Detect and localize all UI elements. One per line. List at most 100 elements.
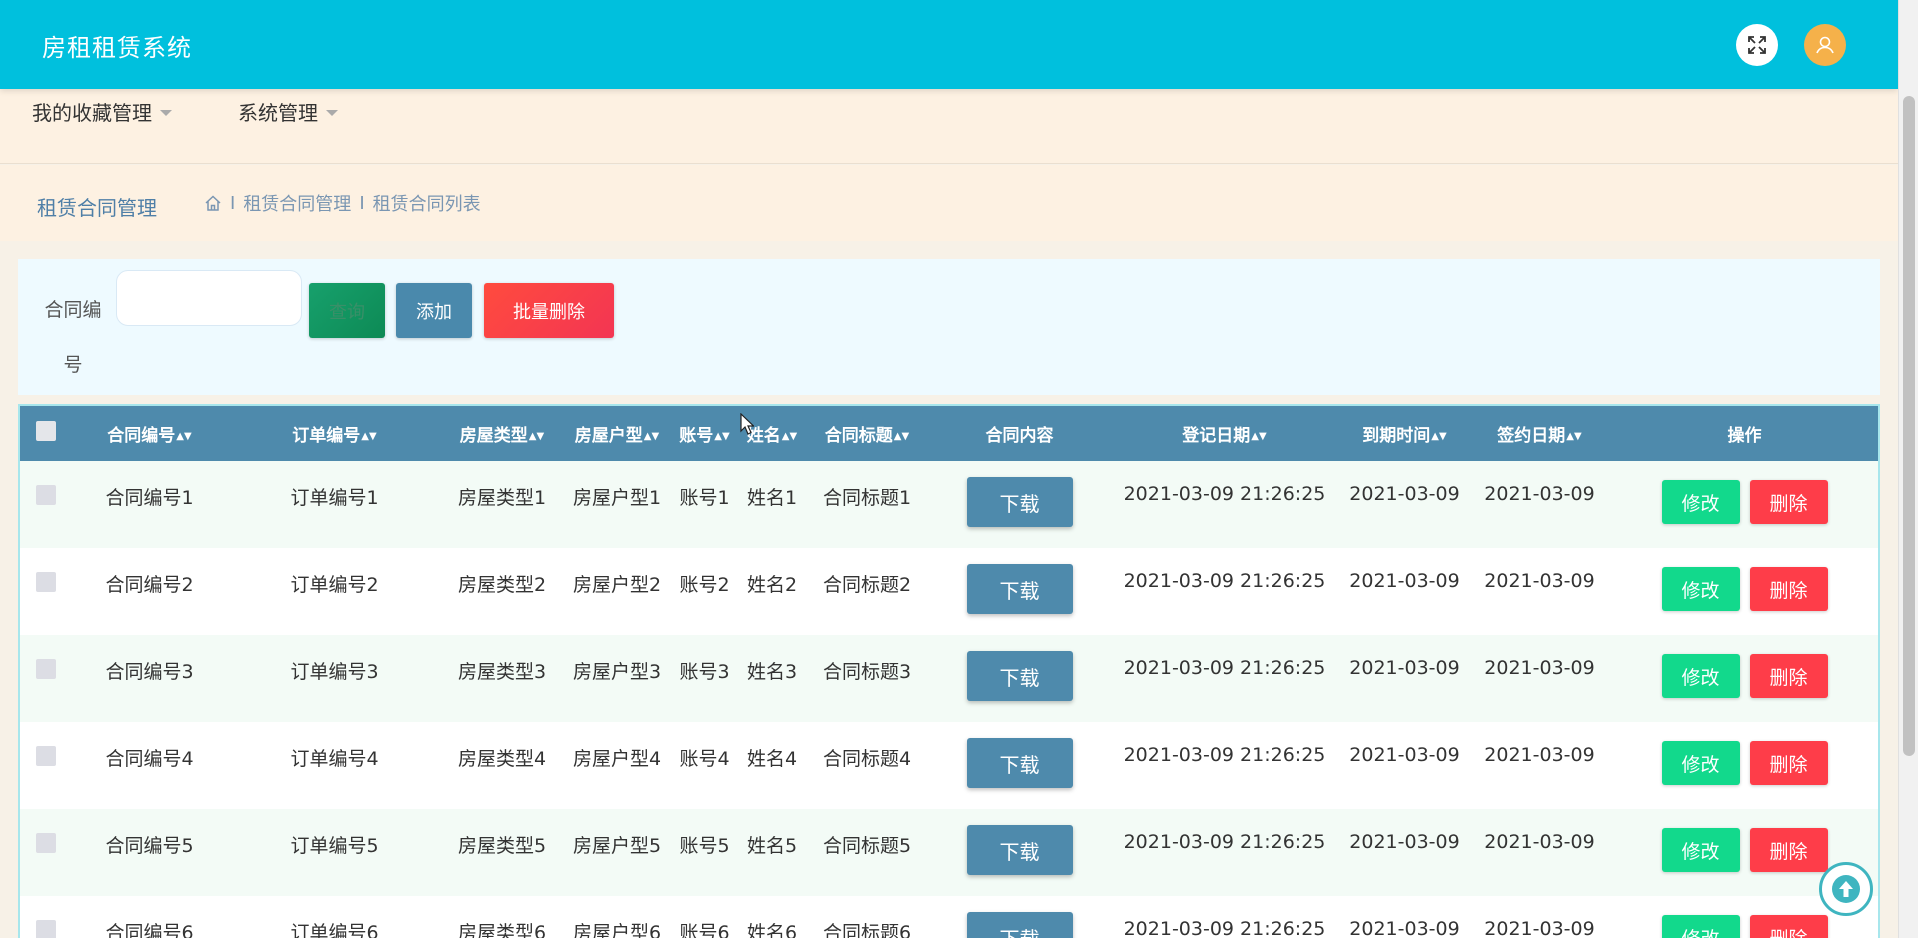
cell-contract-content: 下载 — [927, 635, 1112, 722]
back-to-top-button[interactable] — [1819, 862, 1873, 916]
cell-name: 姓名4 — [746, 748, 798, 770]
contract-no-search-input[interactable] — [116, 270, 302, 326]
download-button[interactable]: 下载 — [966, 477, 1073, 527]
cell-name: 姓名6 — [746, 922, 798, 938]
sort-icon: ▲▼ — [893, 430, 910, 442]
cell-account: 账号5 — [679, 835, 730, 857]
arrow-up-icon — [1832, 875, 1860, 903]
table-row: 合同编号6 订单编号6 房屋类型6 房屋户型6 账号6 姓名6 合同标题6 下载 2021-03… — [20, 896, 1878, 938]
row-checkbox[interactable] — [36, 659, 56, 679]
column-header: 合同内容 — [985, 426, 1054, 446]
chevron-down-icon — [326, 109, 338, 116]
cell-contract-title: 合同标题2 — [822, 574, 912, 596]
sort-icon: ▲▼ — [176, 430, 192, 442]
scrollbar-thumb[interactable] — [1903, 96, 1915, 756]
cell-account: 账号4 — [679, 748, 730, 770]
delete-button[interactable]: 删除 — [1749, 828, 1828, 872]
cell-contract-no: 合同编号1 — [105, 487, 194, 509]
page-scrollbar[interactable] — [1898, 0, 1918, 938]
row-checkbox[interactable] — [36, 572, 56, 592]
download-button[interactable]: 下载 — [966, 738, 1073, 788]
cell-house-type: 房屋类型2 — [457, 574, 547, 596]
cell-house-type: 房屋类型1 — [457, 487, 547, 509]
download-button[interactable]: 下载 — [966, 912, 1073, 938]
nav-item-favorites[interactable]: 我的收藏管理 — [32, 97, 172, 126]
cell-actions: 修改删除 — [1607, 635, 1878, 722]
cell-house-type: 房屋类型3 — [457, 661, 547, 683]
cell-contract-content: 下载 — [927, 461, 1112, 548]
edit-button[interactable]: 修改 — [1661, 654, 1740, 698]
edit-button[interactable]: 修改 — [1661, 828, 1740, 872]
row-checkbox[interactable] — [36, 746, 56, 766]
cell-register-date: 2021-03-09 21:26:25 — [1123, 831, 1326, 853]
cell-contract-no: 合同编号6 — [105, 922, 194, 938]
batch-delete-button[interactable]: 批量删除 — [484, 283, 614, 338]
edit-button[interactable]: 修改 — [1661, 741, 1740, 785]
contract-table: 合同编号▲▼ 订单编号▲▼ 房屋类型▲▼ 房屋户型▲▼ 账号▲▼ 姓名▲▼ 合同… — [18, 404, 1880, 938]
cell-register-date: 2021-03-09 21:26:25 — [1123, 918, 1326, 938]
edit-button[interactable]: 修改 — [1661, 915, 1740, 938]
column-header[interactable]: 账号▲▼ — [672, 406, 737, 461]
row-checkbox[interactable] — [36, 833, 56, 853]
column-header[interactable]: 登记日期▲▼ — [1112, 406, 1337, 461]
cell-account: 账号2 — [679, 574, 730, 596]
cell-order-no: 订单编号1 — [290, 487, 379, 509]
cell-order-no: 订单编号4 — [290, 748, 379, 770]
download-button[interactable]: 下载 — [966, 825, 1073, 875]
sort-icon: ▲▼ — [1566, 430, 1582, 442]
row-checkbox[interactable] — [36, 485, 56, 505]
mouse-cursor-icon — [740, 413, 754, 435]
cell-contract-content: 下载 — [927, 896, 1112, 938]
column-header[interactable]: 合同标题▲▼ — [807, 406, 927, 461]
delete-button[interactable]: 删除 — [1749, 915, 1828, 938]
column-header[interactable]: 签约日期▲▼ — [1472, 406, 1607, 461]
sort-icon: ▲▼ — [1431, 430, 1447, 442]
select-all-checkbox[interactable] — [36, 421, 56, 441]
delete-button[interactable]: 删除 — [1749, 741, 1828, 785]
cell-house-layout: 房屋户型6 — [572, 922, 662, 938]
sort-icon: ▲▼ — [714, 430, 730, 442]
query-button[interactable]: 查询 — [309, 283, 385, 338]
row-select-cell — [20, 635, 72, 722]
top-header: 房租租赁系统 — [0, 0, 1898, 89]
cell-order-no: 订单编号2 — [290, 574, 379, 596]
fullscreen-button[interactable] — [1736, 24, 1778, 66]
table-header-row: 合同编号▲▼ 订单编号▲▼ 房屋类型▲▼ 房屋户型▲▼ 账号▲▼ 姓名▲▼ 合同… — [20, 406, 1878, 461]
chevron-down-icon — [160, 109, 172, 116]
row-checkbox[interactable] — [36, 920, 56, 938]
app-title: 房租租赁系统 — [42, 34, 192, 62]
user-avatar-button[interactable] — [1804, 24, 1846, 66]
cell-expire-date: 2021-03-09 — [1349, 831, 1460, 853]
column-header[interactable]: 合同编号▲▼ — [72, 406, 227, 461]
column-header[interactable]: 房屋户型▲▼ — [562, 406, 672, 461]
cell-name: 姓名3 — [746, 661, 798, 683]
delete-button[interactable]: 删除 — [1749, 480, 1828, 524]
nav-item-system[interactable]: 系统管理 — [238, 97, 338, 126]
edit-button[interactable]: 修改 — [1661, 480, 1740, 524]
cell-actions: 修改删除 — [1607, 548, 1878, 635]
column-header[interactable]: 房屋类型▲▼ — [442, 406, 562, 461]
cell-actions: 修改删除 — [1607, 461, 1878, 548]
add-button[interactable]: 添加 — [396, 283, 472, 338]
sort-icon: ▲▼ — [1251, 430, 1267, 442]
cell-account: 账号1 — [679, 487, 730, 509]
home-icon[interactable] — [204, 194, 222, 212]
cell-order-no: 订单编号6 — [290, 922, 379, 938]
download-button[interactable]: 下载 — [966, 564, 1073, 614]
cell-order-no: 订单编号3 — [290, 661, 379, 683]
breadcrumb-item[interactable]: 租赁合同管理 — [243, 190, 351, 216]
cell-contract-no: 合同编号3 — [105, 661, 194, 683]
cell-contract-content: 下载 — [927, 722, 1112, 809]
delete-button[interactable]: 删除 — [1749, 654, 1828, 698]
download-button[interactable]: 下载 — [966, 651, 1073, 701]
cell-expire-date: 2021-03-09 — [1349, 570, 1460, 592]
cell-expire-date: 2021-03-09 — [1349, 918, 1460, 938]
column-header[interactable]: 到期时间▲▼ — [1337, 406, 1472, 461]
edit-button[interactable]: 修改 — [1661, 567, 1740, 611]
cell-name: 姓名2 — [746, 574, 798, 596]
delete-button[interactable]: 删除 — [1749, 567, 1828, 611]
column-header[interactable]: 订单编号▲▼ — [227, 406, 442, 461]
cell-house-layout: 房屋户型5 — [572, 835, 662, 857]
breadcrumb-item: 租赁合同列表 — [372, 194, 481, 215]
sort-icon: ▲▼ — [528, 430, 545, 442]
